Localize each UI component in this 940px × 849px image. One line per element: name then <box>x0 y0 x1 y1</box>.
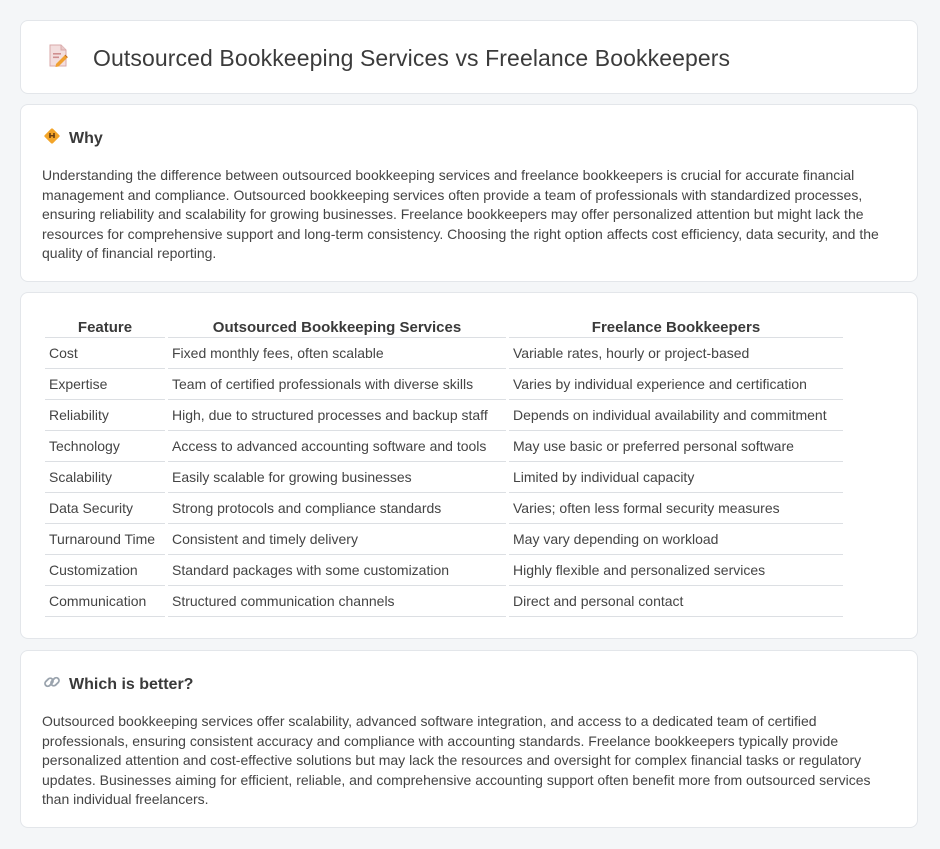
freelance-cell: Direct and personal contact <box>509 586 843 617</box>
freelance-cell: May vary depending on workload <box>509 524 843 555</box>
why-text: Understanding the difference between out… <box>42 167 879 262</box>
why-section: Why Understanding the difference between… <box>20 104 918 282</box>
table-row: Customization Standard packages with som… <box>45 555 843 586</box>
outsourced-cell: Access to advanced accounting software a… <box>168 431 506 462</box>
outsourced-cell: Fixed monthly fees, often scalable <box>168 338 506 369</box>
table-row: Cost Fixed monthly fees, often scalable … <box>45 338 843 369</box>
link-icon <box>43 673 69 696</box>
freelance-cell: Highly flexible and personalized service… <box>509 555 843 586</box>
feature-cell: Scalability <box>45 462 165 493</box>
table-row: Reliability High, due to structured proc… <box>45 400 843 431</box>
freelance-cell: Varies; often less formal security measu… <box>509 493 843 524</box>
header-outsourced: Outsourced Bookkeeping Services <box>168 317 506 338</box>
feature-cell: Technology <box>45 431 165 462</box>
outsourced-cell: Consistent and timely delivery <box>168 524 506 555</box>
feature-cell: Data Security <box>45 493 165 524</box>
diamond-warning-icon <box>43 127 69 150</box>
freelance-cell: Variable rates, hourly or project-based <box>509 338 843 369</box>
feature-cell: Reliability <box>45 400 165 431</box>
outsourced-cell: Team of certified professionals with div… <box>168 369 506 400</box>
table-row: Expertise Team of certified professional… <box>45 369 843 400</box>
outsourced-cell: Structured communication channels <box>168 586 506 617</box>
table-row: Turnaround Time Consistent and timely de… <box>45 524 843 555</box>
outsourced-cell: High, due to structured processes and ba… <box>168 400 506 431</box>
outsourced-cell: Strong protocols and compliance standard… <box>168 493 506 524</box>
feature-cell: Customization <box>45 555 165 586</box>
table-header-row: Feature Outsourced Bookkeeping Services … <box>45 317 843 338</box>
freelance-cell: Limited by individual capacity <box>509 462 843 493</box>
feature-cell: Turnaround Time <box>45 524 165 555</box>
table-row: Technology Access to advanced accounting… <box>45 431 843 462</box>
which-is-better-section: Which is better? Outsourced bookkeeping … <box>20 650 918 828</box>
better-text: Outsourced bookkeeping services offer sc… <box>42 713 871 808</box>
better-heading: Which is better? <box>43 673 193 696</box>
page-title: Outsourced Bookkeeping Services vs Freel… <box>93 45 731 71</box>
title-row: Outsourced Bookkeeping Services vs Freel… <box>47 43 730 74</box>
freelance-cell: Depends on individual availability and c… <box>509 400 843 431</box>
header-freelance: Freelance Bookkeepers <box>509 317 843 338</box>
document-pencil-icon <box>47 43 93 74</box>
comparison-section: Feature Outsourced Bookkeeping Services … <box>20 292 918 639</box>
why-title: Why <box>69 129 103 147</box>
outsourced-cell: Standard packages with some customizatio… <box>168 555 506 586</box>
table-row: Scalability Easily scalable for growing … <box>45 462 843 493</box>
feature-cell: Communication <box>45 586 165 617</box>
feature-cell: Cost <box>45 338 165 369</box>
feature-cell: Expertise <box>45 369 165 400</box>
header-feature: Feature <box>45 317 165 338</box>
table-row: Communication Structured communication c… <box>45 586 843 617</box>
why-heading: Why <box>43 127 103 150</box>
freelance-cell: May use basic or preferred personal soft… <box>509 431 843 462</box>
table-row: Data Security Strong protocols and compl… <box>45 493 843 524</box>
header-card: Outsourced Bookkeeping Services vs Freel… <box>20 20 918 94</box>
outsourced-cell: Easily scalable for growing businesses <box>168 462 506 493</box>
freelance-cell: Varies by individual experience and cert… <box>509 369 843 400</box>
better-title: Which is better? <box>69 675 194 693</box>
comparison-table: Feature Outsourced Bookkeeping Services … <box>42 317 846 617</box>
